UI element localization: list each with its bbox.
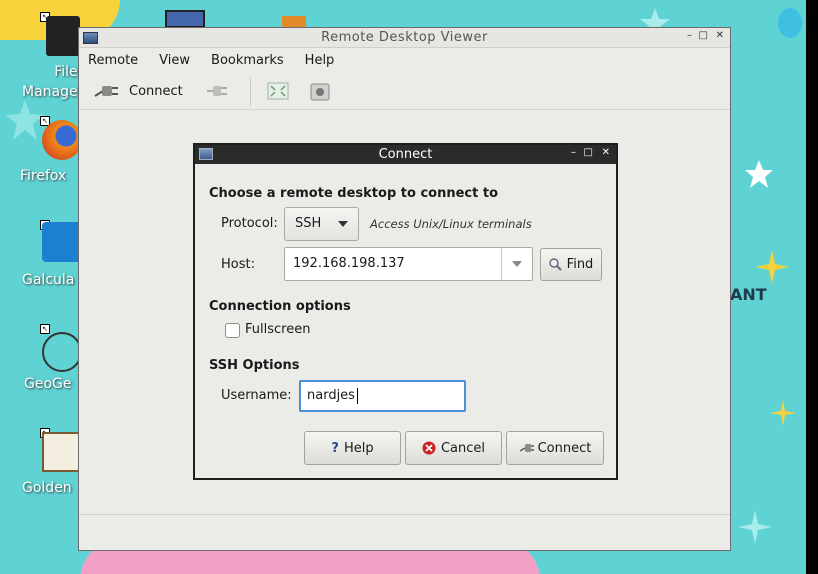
wallpaper-balloon-shape	[778, 8, 802, 38]
main-titlebar[interactable]: Remote Desktop Viewer – □ ✕	[79, 28, 730, 48]
search-icon	[548, 258, 562, 271]
toolbar-connect-button[interactable]: Connect	[87, 77, 189, 105]
window-title: Remote Desktop Viewer	[321, 30, 488, 45]
protocol-dropdown[interactable]: SSH	[284, 207, 359, 241]
wallpaper-star-shape	[738, 510, 772, 544]
find-label: Find	[566, 257, 594, 272]
username-label: Username:	[221, 388, 292, 403]
close-icon[interactable]: ✕	[602, 147, 610, 158]
host-label: Host:	[221, 257, 255, 272]
username-value: nardjes	[307, 388, 355, 403]
desktop-icon-label: Galcula	[22, 272, 75, 288]
maximize-icon[interactable]: □	[699, 30, 708, 41]
screenshot-icon	[310, 83, 330, 101]
help-button[interactable]: ? Help	[304, 431, 401, 465]
help-label: Help	[343, 440, 374, 456]
minimize-icon[interactable]: –	[571, 147, 576, 158]
toolbar-separator	[250, 78, 251, 106]
wallpaper-star-shape	[5, 100, 45, 140]
file-manager-icon	[46, 16, 80, 56]
toolbar-fullscreen-button[interactable]	[261, 77, 295, 105]
toolbar: Connect	[79, 72, 730, 110]
protocol-description: Access Unix/Linux terminals	[370, 217, 532, 231]
desktop-icon-label: File Manage	[22, 64, 78, 100]
username-input[interactable]: nardjes	[299, 380, 466, 412]
menu-view[interactable]: View	[159, 53, 201, 68]
ssh-options-heading: SSH Options	[209, 358, 300, 373]
fullscreen-icon	[267, 82, 289, 100]
cancel-button[interactable]: Cancel	[405, 431, 502, 465]
wallpaper-star-shape	[755, 250, 789, 284]
host-dropdown-button[interactable]	[501, 248, 532, 280]
cancel-icon	[422, 441, 436, 455]
calculator-icon	[42, 222, 82, 262]
fullscreen-label: Fullscreen	[245, 322, 311, 337]
help-icon: ?	[331, 440, 339, 456]
firefox-icon	[42, 120, 82, 160]
plug-icon	[519, 444, 534, 452]
wallpaper-text: ANT	[730, 285, 767, 304]
desktop-icon-label: Firefox	[20, 168, 67, 184]
book-icon	[42, 432, 82, 472]
connect-button[interactable]: Connect	[506, 431, 604, 465]
wallpaper-frame-shape	[165, 10, 205, 28]
chevron-down-icon	[512, 261, 522, 267]
find-button[interactable]: Find	[540, 248, 602, 281]
toolbar-connect-label: Connect	[129, 83, 183, 99]
dialog-titlebar[interactable]: Connect – □ ✕	[195, 145, 616, 164]
wallpaper-star-shape	[745, 160, 773, 188]
wallpaper-star-shape	[770, 400, 796, 426]
desktop-icon-label: GeoGe	[24, 376, 72, 392]
protocol-value: SSH	[295, 216, 322, 231]
host-input[interactable]: 192.168.198.137	[284, 247, 533, 281]
minimize-icon[interactable]: –	[687, 30, 692, 41]
menu-remote[interactable]: Remote	[88, 53, 149, 68]
connection-options-heading: Connection options	[209, 299, 351, 314]
geogebra-icon	[42, 332, 82, 372]
shortcut-arrow-icon: ↖	[40, 324, 50, 334]
connect-dialog: Connect – □ ✕ Choose a remote desktop to…	[193, 143, 618, 480]
plug-icon	[94, 86, 118, 97]
statusbar	[79, 514, 730, 550]
toolbar-disconnect-button[interactable]	[199, 77, 235, 105]
text-cursor	[357, 388, 358, 404]
fullscreen-checkbox[interactable]	[225, 323, 240, 338]
menu-bookmarks[interactable]: Bookmarks	[211, 53, 295, 68]
connect-label: Connect	[537, 440, 592, 456]
menu-help[interactable]: Help	[305, 53, 346, 68]
menubar: Remote View Bookmarks Help	[79, 48, 730, 72]
connect-heading: Choose a remote desktop to connect to	[209, 186, 499, 201]
protocol-label: Protocol:	[221, 216, 278, 231]
dialog-title: Connect	[378, 147, 433, 162]
host-value: 192.168.198.137	[293, 256, 405, 271]
desktop-icon-label: Golden	[22, 480, 72, 496]
unplug-icon	[207, 86, 227, 96]
close-icon[interactable]: ✕	[716, 30, 724, 41]
chevron-down-icon	[338, 221, 348, 227]
cancel-label: Cancel	[440, 440, 486, 456]
toolbar-screenshot-button[interactable]	[303, 77, 337, 105]
maximize-icon[interactable]: □	[584, 147, 593, 158]
